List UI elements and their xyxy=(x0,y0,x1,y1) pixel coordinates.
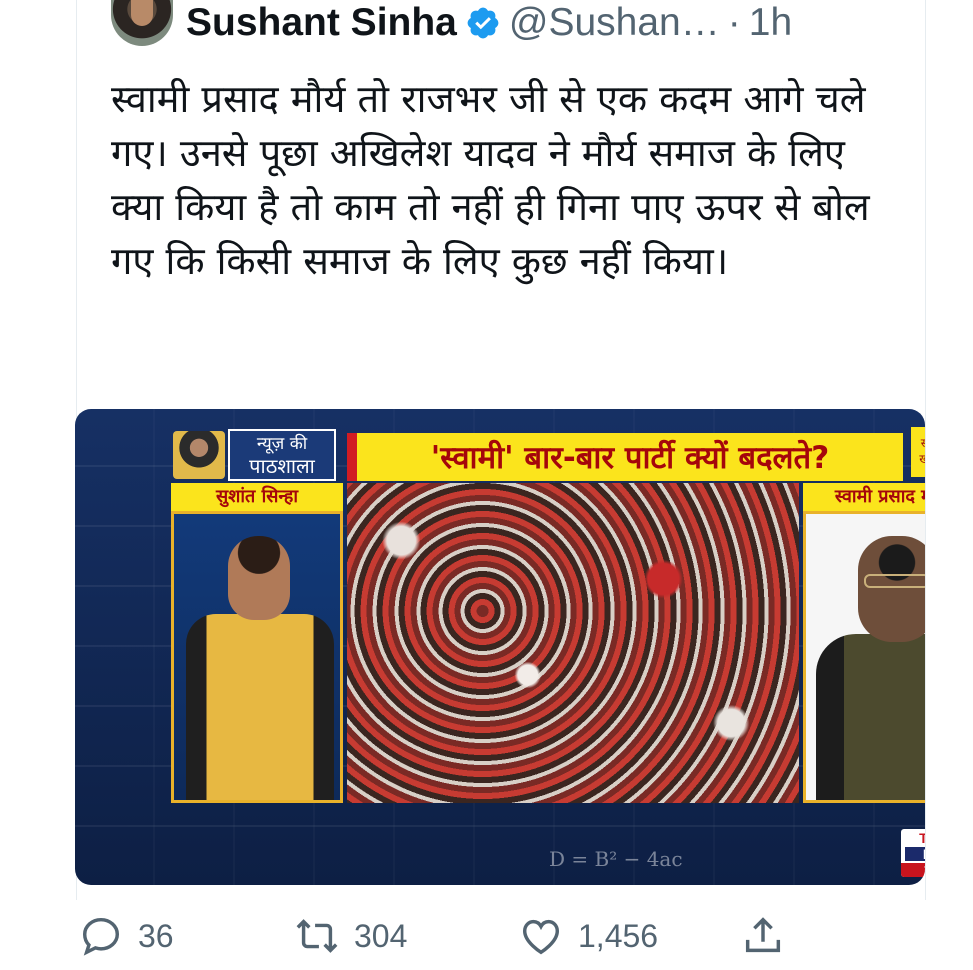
reply-count: 36 xyxy=(138,917,174,954)
left-panel-label: सुशांत सिन्हा xyxy=(171,483,343,511)
channel-logo-line1: TIMES xyxy=(919,830,925,846)
tweet-media-image[interactable]: न्यूज़ की पाठशाला 'स्वामी' बार-बार पार्ट… xyxy=(75,409,925,885)
show-logo-line2: पाठशाला xyxy=(249,454,315,478)
like-count: 1,456 xyxy=(578,917,659,954)
reply-icon xyxy=(82,917,120,956)
anchor-thumbnail xyxy=(173,431,225,479)
author-handle[interactable]: @Sushan… xyxy=(509,0,720,46)
crowd-footage xyxy=(347,483,799,803)
verified-badge-icon xyxy=(467,7,499,39)
tweet-actions: 36 304 1,456 xyxy=(76,908,816,964)
show-logo: न्यूज़ की पाठशाला xyxy=(228,429,336,481)
reply-button[interactable]: 36 xyxy=(78,908,174,964)
tweet-text: स्वामी प्रसाद मौर्य तो राजभर जी से एक कद… xyxy=(111,77,870,283)
retweet-icon xyxy=(296,919,338,953)
right-panel-label: स्वामी प्रसाद मौर्य xyxy=(803,483,925,511)
author-name[interactable]: Sushant Sinha xyxy=(186,0,457,46)
show-logo-line1: न्यूज़ की xyxy=(256,434,308,454)
scan-text-line1: स्कैन करें xyxy=(911,435,925,451)
tweet-timestamp[interactable]: 1h xyxy=(749,0,792,46)
channel-logo-line2: NOW xyxy=(905,847,925,861)
anchor-panel xyxy=(171,511,343,803)
headline-banner: 'स्वामी' बार-बार पार्टी क्यों बदलते? xyxy=(347,433,903,481)
share-icon xyxy=(745,917,781,953)
like-icon xyxy=(522,919,560,955)
guest-panel xyxy=(803,511,925,803)
share-button[interactable] xyxy=(740,908,786,964)
channel-logo: TIMES NOW नवभारत xyxy=(901,829,925,877)
chalk-formula: D = B² − 4ac xyxy=(549,847,683,871)
scan-text-line2: खबर देखें xyxy=(919,452,925,466)
retweet-button[interactable]: 304 xyxy=(294,908,407,964)
tweet-header: Sushant Sinha @Sushan… · 1h xyxy=(186,0,792,46)
channel-logo-line3: नवभारत xyxy=(901,863,925,877)
like-button[interactable]: 1,456 xyxy=(518,908,658,964)
retweet-count: 304 xyxy=(354,917,408,954)
header-separator: · xyxy=(727,1,741,44)
scan-box: स्कैन करें खबर देखें xyxy=(911,427,925,477)
